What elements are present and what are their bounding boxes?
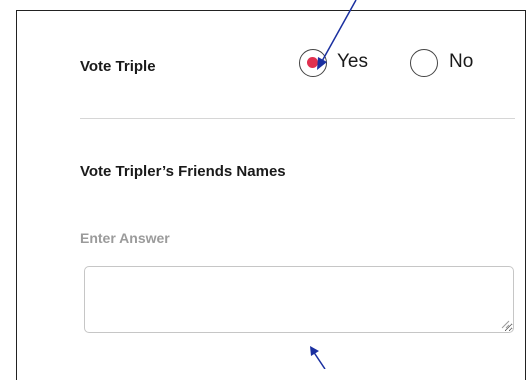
friends-names-textarea[interactable] <box>84 266 514 333</box>
resize-grip-icon[interactable] <box>500 319 510 329</box>
yes-option-label[interactable]: Yes <box>337 51 368 73</box>
vote-triple-label: Vote Triple <box>80 58 156 75</box>
no-radio[interactable] <box>410 49 438 77</box>
friends-names-label: Vote Tripler’s Friends Names <box>80 163 286 180</box>
no-option-label[interactable]: No <box>449 51 473 73</box>
yes-radio[interactable] <box>299 49 327 77</box>
section-divider <box>80 118 515 119</box>
enter-answer-label: Enter Answer <box>80 230 170 246</box>
